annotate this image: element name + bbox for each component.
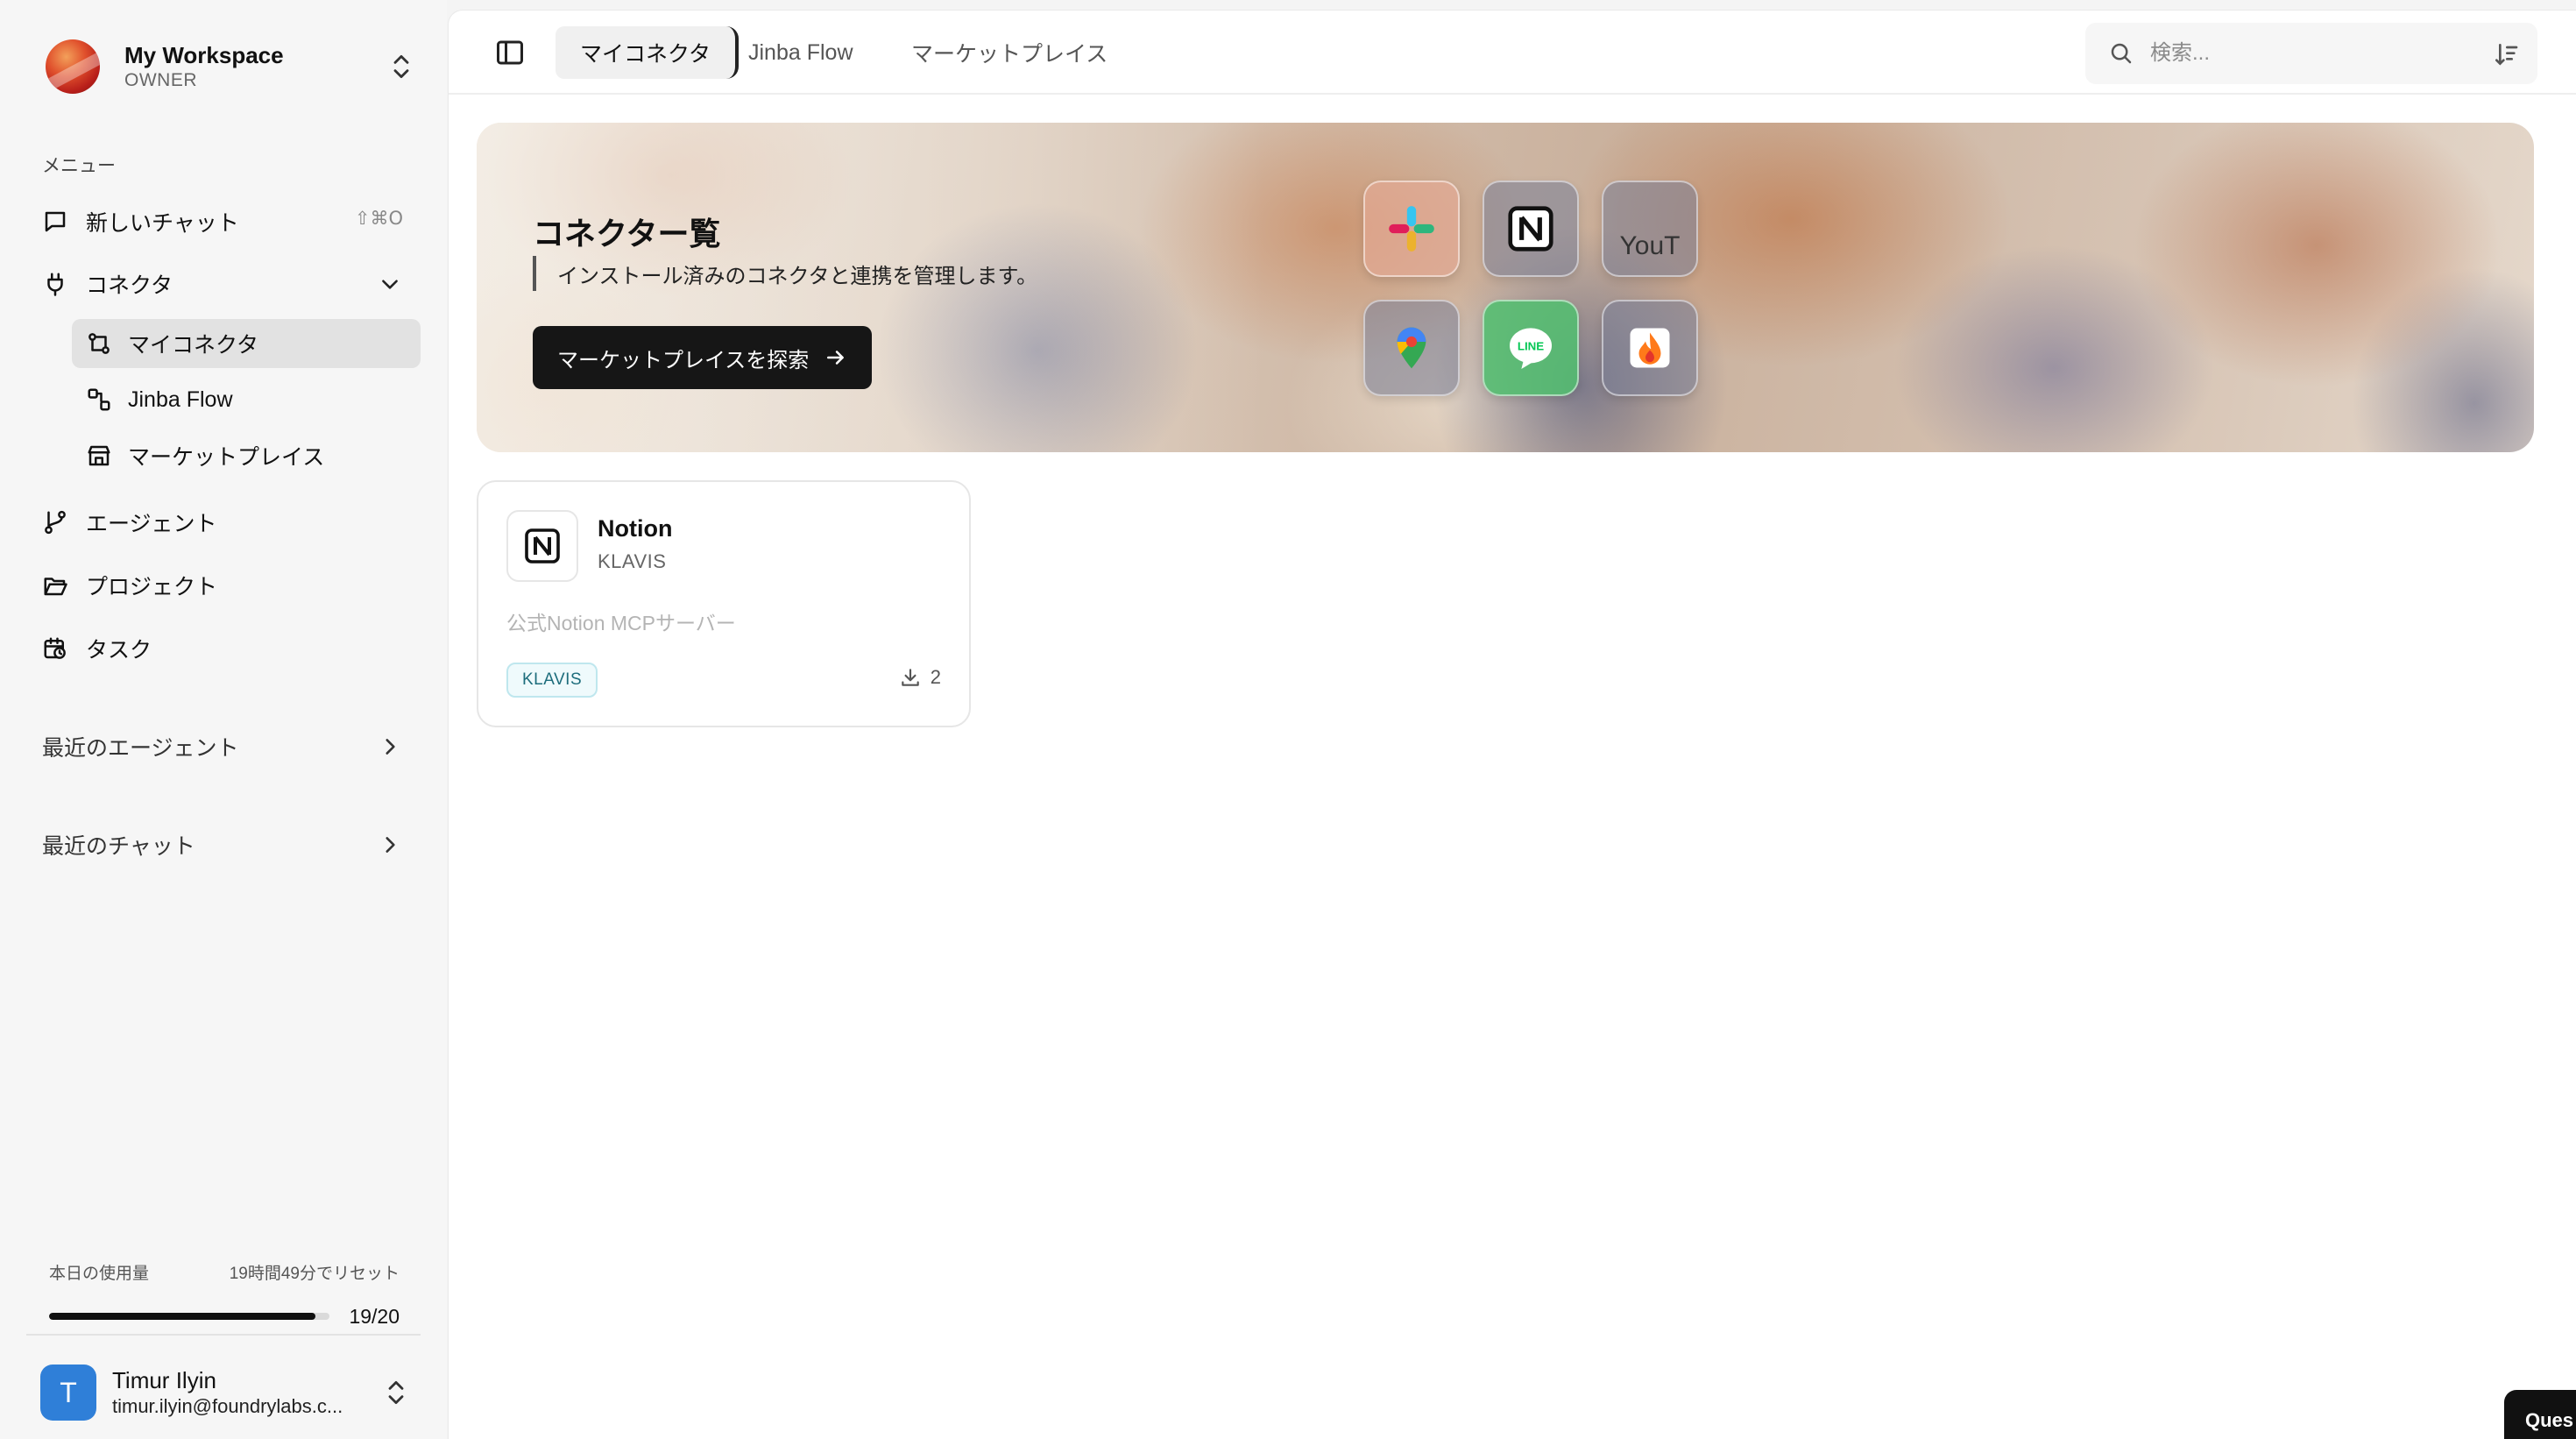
chevron-up-down-icon bbox=[388, 1380, 404, 1405]
page-title: コネクター覧 bbox=[533, 216, 721, 252]
sidebar-item-projects[interactable]: プロジェクト bbox=[40, 568, 403, 603]
sidebar-item-tasks[interactable]: タスク bbox=[40, 631, 403, 666]
explore-marketplace-button[interactable]: マーケットプレイスを探索 bbox=[533, 326, 873, 389]
notion-icon bbox=[525, 528, 560, 564]
workspace-role: OWNER bbox=[124, 70, 197, 90]
connector-description: 公式Notion MCPサーバー bbox=[506, 612, 736, 634]
chevron-up-down-icon bbox=[393, 54, 409, 79]
scrollbar[interactable] bbox=[2557, 11, 2576, 1439]
flow-icon bbox=[84, 385, 114, 415]
sidebar-item-label: タスク bbox=[86, 638, 152, 663]
top-bar: マイコネクタ Jinba Flow マーケットプレイス bbox=[449, 11, 2576, 95]
calendar-clock-icon bbox=[40, 634, 70, 663]
connector-name: Notion bbox=[598, 515, 673, 542]
usage-label: 本日の使用量 bbox=[49, 1265, 150, 1283]
provider-badge: KLAVIS bbox=[506, 663, 598, 698]
sidebar-item-label: マーケットプレイス bbox=[128, 445, 325, 470]
firebase-tile bbox=[1602, 300, 1698, 396]
usage-meter: 本日の使用量 19時間49分でリセット 19/20 bbox=[49, 1260, 400, 1329]
line-icon: LINE bbox=[1510, 328, 1552, 369]
slack-tile bbox=[1363, 181, 1460, 277]
connector-swap-icon bbox=[84, 329, 114, 358]
explore-marketplace-label: マーケットプレイスを探索 bbox=[557, 348, 810, 372]
plug-icon bbox=[40, 269, 70, 299]
search-icon bbox=[2111, 43, 2132, 64]
menu-heading: メニュー bbox=[42, 156, 116, 176]
chat-bubble-icon bbox=[40, 207, 70, 237]
workspace-logo bbox=[46, 39, 100, 94]
sidebar-item-label: マイコネクタ bbox=[128, 333, 259, 358]
slack-icon bbox=[1389, 206, 1434, 252]
download-count: 2 bbox=[899, 666, 941, 689]
sidebar-item-jinba-flow[interactable]: Jinba Flow bbox=[72, 375, 421, 424]
youtube-icon: YouT bbox=[1619, 231, 1681, 260]
sidebar-item-label: コネクタ bbox=[86, 273, 173, 298]
workspace-switcher[interactable]: My Workspace OWNER bbox=[46, 35, 414, 98]
google-maps-icon bbox=[1397, 327, 1426, 369]
sidebar-item-label: 新しいチャット bbox=[86, 211, 239, 236]
help-button[interactable]: Ques bbox=[2504, 1390, 2576, 1439]
folder-open-icon bbox=[40, 571, 70, 600]
sidebar: My Workspace OWNER メニュー 新しいチャット ⇧⌘O コネクタ bbox=[0, 0, 447, 1439]
connector-card-notion[interactable]: Notion KLAVIS 公式Notion MCPサーバー KLAVIS 2 bbox=[477, 480, 971, 727]
notion-icon bbox=[1508, 206, 1553, 252]
download-count-value: 2 bbox=[930, 666, 941, 688]
google-maps-tile bbox=[1363, 300, 1460, 396]
arrow-right-icon bbox=[827, 351, 845, 365]
recent-agents-label: 最近のエージェント bbox=[42, 736, 239, 761]
workspace-name: My Workspace bbox=[124, 42, 284, 68]
svg-text:LINE: LINE bbox=[1518, 340, 1544, 353]
user-name: Timur Ilyin bbox=[112, 1367, 216, 1393]
avatar: T bbox=[40, 1365, 96, 1421]
user-menu[interactable]: T Timur Ilyin timur.ilyin@foundrylabs.c.… bbox=[40, 1362, 408, 1423]
divider bbox=[26, 1334, 421, 1336]
firebase-icon bbox=[1630, 328, 1670, 368]
tab-jinba-flow[interactable]: Jinba Flow bbox=[748, 26, 853, 79]
chevron-down-icon bbox=[382, 280, 398, 289]
usage-progress-fill bbox=[49, 1313, 315, 1320]
recent-chats-toggle[interactable]: 最近のチャット bbox=[42, 827, 401, 862]
sidebar-item-marketplace[interactable]: マーケットプレイス bbox=[72, 431, 421, 480]
recent-agents-toggle[interactable]: 最近のエージェント bbox=[42, 729, 401, 764]
usage-reset-time: 19時間49分でリセット bbox=[229, 1265, 400, 1283]
notion-logo bbox=[506, 510, 578, 582]
sidebar-item-my-connectors[interactable]: マイコネクタ bbox=[72, 319, 421, 368]
connector-provider: KLAVIS bbox=[598, 550, 667, 572]
user-email: timur.ilyin@foundrylabs.c... bbox=[112, 1395, 343, 1417]
sidebar-toggle-icon[interactable] bbox=[494, 37, 526, 68]
search-box[interactable] bbox=[2085, 23, 2537, 84]
keyboard-shortcut: ⇧⌘O bbox=[354, 208, 403, 229]
app-root: My Workspace OWNER メニュー 新しいチャット ⇧⌘O コネクタ bbox=[0, 0, 2576, 1439]
sort-icon[interactable] bbox=[2492, 40, 2520, 68]
sidebar-item-label: Jinba Flow bbox=[128, 386, 233, 412]
line-tile: LINE bbox=[1483, 300, 1579, 396]
tab-my-connectors[interactable]: マイコネクタ bbox=[556, 26, 740, 79]
usage-count: 19/20 bbox=[349, 1305, 400, 1328]
store-icon bbox=[84, 441, 114, 471]
page-subtitle: インストール済みのコネクタと連携を管理します。 bbox=[533, 256, 1037, 291]
main-panel: マイコネクタ Jinba Flow マーケットプレイス コネクター覧 インストー… bbox=[449, 11, 2576, 1439]
sidebar-item-label: エージェント bbox=[86, 512, 217, 536]
usage-progress-bar bbox=[49, 1313, 329, 1320]
sidebar-item-new-chat[interactable]: 新しいチャット ⇧⌘O bbox=[40, 204, 403, 239]
chevron-right-icon bbox=[386, 739, 395, 755]
tab-marketplace[interactable]: マーケットプレイス bbox=[911, 26, 1108, 79]
download-icon bbox=[902, 669, 919, 686]
sidebar-item-agents[interactable]: エージェント bbox=[40, 505, 403, 540]
recent-chats-label: 最近のチャット bbox=[42, 834, 195, 859]
sidebar-item-connectors[interactable]: コネクタ bbox=[40, 266, 403, 301]
youtube-tile: YouT bbox=[1602, 181, 1698, 277]
hero-banner: コネクター覧 インストール済みのコネクタと連携を管理します。 マーケットプレイス… bbox=[477, 123, 2534, 452]
chevron-right-icon bbox=[386, 837, 395, 853]
sidebar-item-label: プロジェクト bbox=[86, 575, 218, 599]
notion-tile bbox=[1483, 181, 1579, 277]
git-branch-icon bbox=[40, 507, 70, 537]
search-input[interactable] bbox=[2150, 41, 2466, 66]
